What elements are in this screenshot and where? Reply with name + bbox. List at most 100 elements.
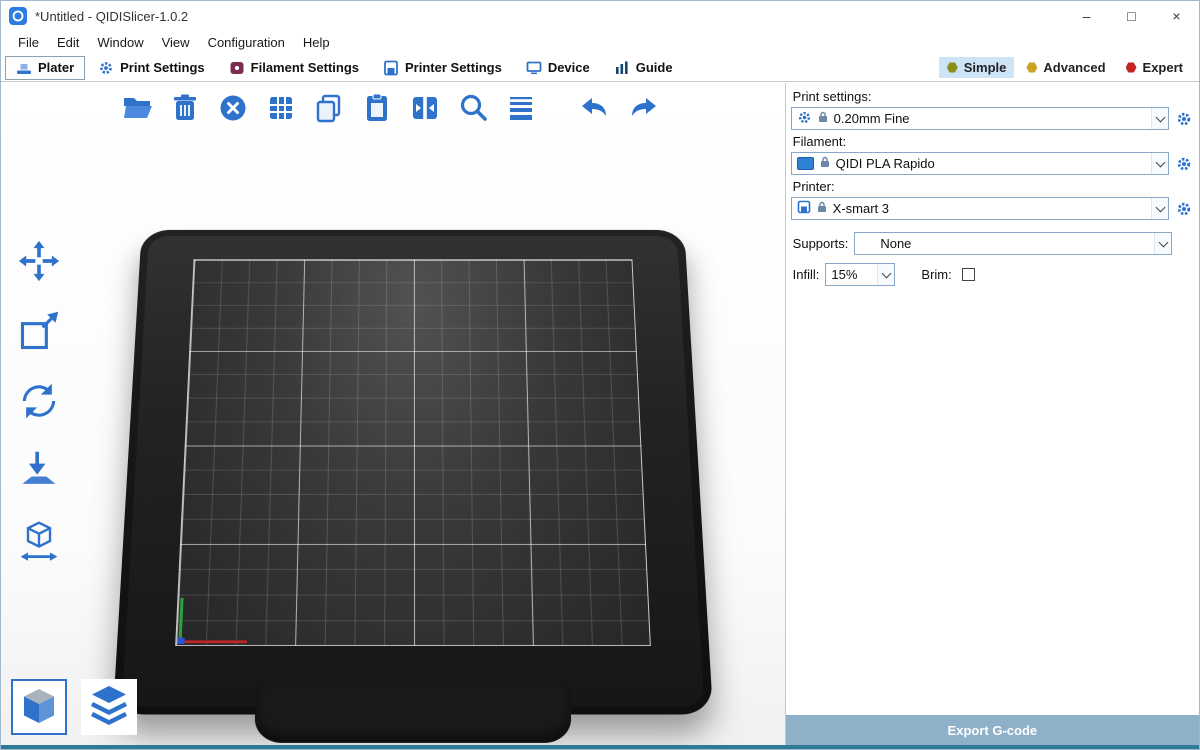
delete-all-button[interactable] — [215, 91, 251, 127]
infill-label: Infill: — [793, 267, 820, 283]
dropdown-arrow-icon — [1151, 198, 1168, 219]
filament-spool-icon — [229, 60, 245, 76]
tab-guide[interactable]: Guide — [603, 56, 684, 80]
menu-view[interactable]: View — [153, 33, 199, 52]
preview-button[interactable] — [81, 679, 137, 735]
arrange-button[interactable] — [263, 91, 299, 127]
viewport-3d[interactable] — [1, 83, 785, 745]
layer-height-lines-icon — [505, 92, 537, 127]
delete-all-x-circle-icon — [217, 92, 249, 127]
menu-edit[interactable]: Edit — [48, 33, 88, 52]
dropdown-arrow-icon — [1151, 108, 1168, 129]
arrange-grid-icon — [265, 92, 297, 127]
print-bed — [113, 230, 713, 715]
filament-select[interactable]: QIDI PLA Rapido — [791, 152, 1169, 175]
scale-icon — [16, 309, 62, 356]
gear-icon — [98, 60, 114, 76]
tab-plater-label: Plater — [38, 60, 74, 75]
undo-button[interactable] — [577, 91, 613, 127]
filament-label: Filament: — [793, 134, 1194, 150]
z-axis-indicator — [177, 638, 185, 644]
tab-plater[interactable]: Plater — [5, 56, 85, 80]
variable-layer-height-button[interactable] — [503, 91, 539, 127]
cube-3d-icon — [15, 682, 63, 733]
print-settings-gear-button[interactable] — [1174, 108, 1194, 130]
search-button[interactable] — [455, 91, 491, 127]
open-folder-icon — [121, 92, 153, 127]
window-bottom-border — [1, 745, 1199, 749]
maximize-button[interactable]: □ — [1109, 1, 1154, 31]
redo-button[interactable] — [625, 91, 661, 127]
supports-select[interactable]: None — [854, 232, 1172, 255]
filament-gear-button[interactable] — [1174, 153, 1194, 175]
print-settings-label: Print settings: — [793, 89, 1194, 105]
printer-gear-button[interactable] — [1174, 198, 1194, 220]
infill-value: 15% — [831, 267, 872, 282]
dropdown-arrow-icon — [877, 264, 894, 285]
menu-help[interactable]: Help — [294, 33, 339, 52]
top-toolbar — [119, 91, 661, 127]
simple-mode-hex-icon — [947, 62, 958, 73]
print-settings-select[interactable]: 0.20mm Fine — [791, 107, 1169, 130]
tab-printer-settings[interactable]: Printer Settings — [372, 56, 513, 80]
tab-printer-settings-label: Printer Settings — [405, 60, 502, 75]
print-settings-value: 0.20mm Fine — [834, 111, 1146, 126]
menu-configuration[interactable]: Configuration — [199, 33, 294, 52]
mode-advanced[interactable]: Advanced — [1018, 57, 1113, 78]
rotate-button[interactable] — [13, 378, 65, 426]
gear-icon — [797, 110, 812, 128]
split-button[interactable] — [407, 91, 443, 127]
lock-icon — [819, 156, 831, 171]
export-gcode-button[interactable]: Export G-code — [786, 715, 1199, 745]
minimize-button[interactable]: – — [1064, 1, 1109, 31]
view-switch — [11, 679, 137, 735]
undo-arrow-icon — [579, 92, 611, 127]
titlebar: *Untitled - QIDISlicer-1.0.2 – □ × — [1, 1, 1199, 31]
place-on-face-button[interactable] — [13, 448, 65, 496]
view-3d-button[interactable] — [11, 679, 67, 735]
tab-guide-label: Guide — [636, 60, 673, 75]
menu-file[interactable]: File — [9, 33, 48, 52]
scale-button[interactable] — [13, 308, 65, 356]
layers-icon — [85, 682, 133, 733]
brim-checkbox[interactable] — [962, 268, 975, 281]
mode-expert[interactable]: Expert — [1118, 57, 1191, 78]
bed-handle — [254, 681, 572, 743]
mode-expert-label: Expert — [1143, 60, 1183, 75]
close-button[interactable]: × — [1154, 1, 1199, 31]
tab-print-settings[interactable]: Print Settings — [87, 56, 216, 80]
delete-button[interactable] — [167, 91, 203, 127]
search-icon — [457, 92, 489, 127]
split-objects-icon — [409, 92, 441, 127]
paste-button[interactable] — [359, 91, 395, 127]
lock-icon — [816, 201, 828, 216]
printer-select[interactable]: X-smart 3 — [791, 197, 1169, 220]
brim-label: Brim: — [921, 267, 951, 283]
place-on-face-icon — [16, 449, 62, 496]
copy-button[interactable] — [311, 91, 347, 127]
dropdown-arrow-icon — [1151, 153, 1168, 174]
tab-device[interactable]: Device — [515, 56, 601, 80]
menu-window[interactable]: Window — [88, 33, 152, 52]
window-title: *Untitled - QIDISlicer-1.0.2 — [35, 9, 188, 24]
mode-simple-label: Simple — [964, 60, 1007, 75]
trash-icon — [169, 92, 201, 127]
window-controls: – □ × — [1064, 1, 1199, 31]
plater-bed-icon — [16, 60, 32, 76]
supports-label: Supports: — [793, 236, 849, 252]
mode-simple[interactable]: Simple — [939, 57, 1015, 78]
move-button[interactable] — [13, 238, 65, 286]
advanced-mode-hex-icon — [1026, 62, 1037, 73]
redo-arrow-icon — [627, 92, 659, 127]
bed-frame — [113, 230, 713, 715]
paste-clipboard-icon — [361, 92, 393, 127]
y-axis-indicator — [178, 598, 183, 643]
filament-color-swatch — [797, 157, 814, 170]
tab-filament-settings-label: Filament Settings — [251, 60, 359, 75]
move-arrows-icon — [16, 239, 62, 286]
app-window: *Untitled - QIDISlicer-1.0.2 – □ × File … — [0, 0, 1200, 750]
measure-button[interactable] — [13, 518, 65, 566]
tab-filament-settings[interactable]: Filament Settings — [218, 56, 370, 80]
infill-select[interactable]: 15% — [825, 263, 895, 286]
open-button[interactable] — [119, 91, 155, 127]
